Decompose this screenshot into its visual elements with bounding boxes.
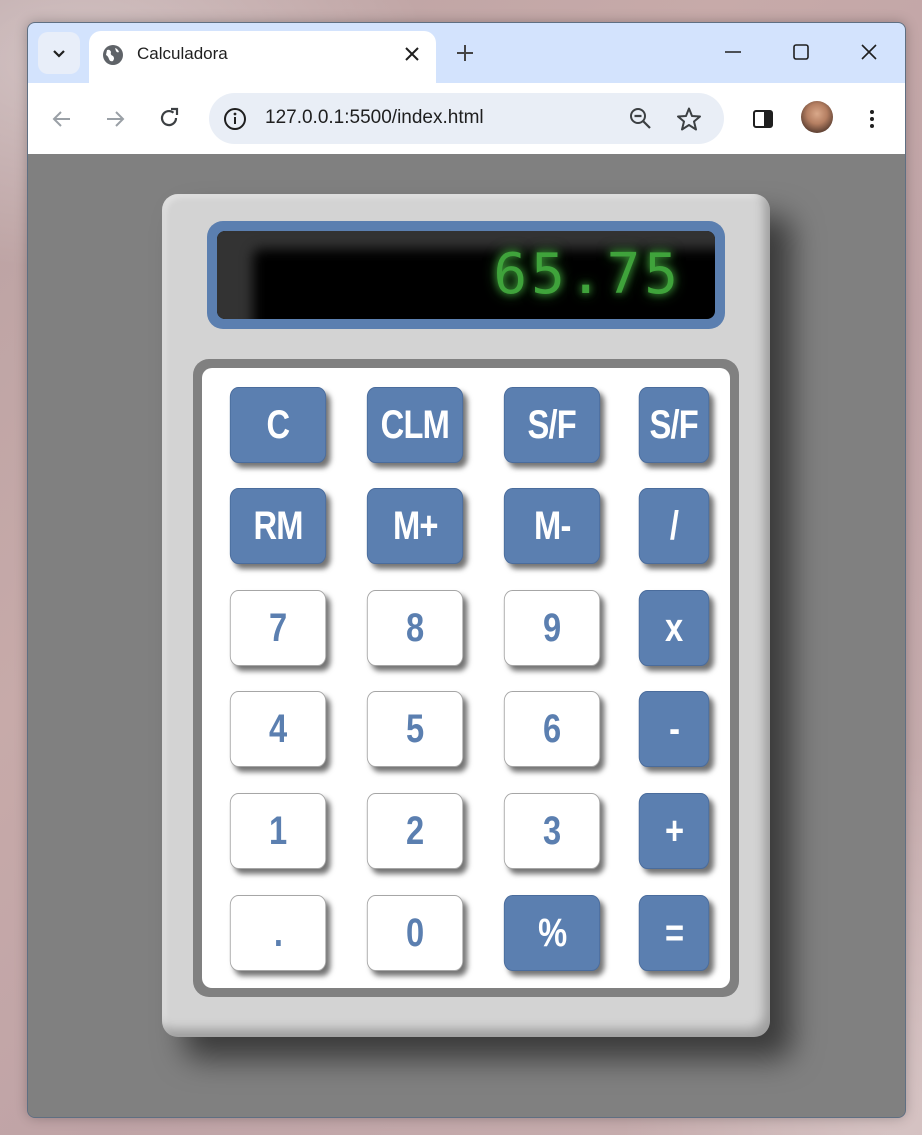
key-label: CLM	[380, 402, 450, 447]
avatar[interactable]	[801, 101, 833, 133]
memory-minus-button[interactable]: M-	[503, 488, 601, 564]
key-label: +	[664, 808, 684, 853]
key-label: 3	[543, 808, 561, 853]
digit-8-button[interactable]: 8	[366, 590, 464, 666]
kebab-menu-icon[interactable]	[860, 107, 884, 131]
keypad: C CLM S/F S/F RM M+ M- / 7 8 9 x 4 5 6 -…	[202, 368, 730, 988]
key-label: S/F	[649, 402, 699, 447]
key-label: 7	[269, 605, 287, 650]
address-bar[interactable]: 127.0.0.1:5500/index.html	[209, 93, 724, 144]
memory-plus-button[interactable]: M+	[366, 488, 464, 564]
key-label: 6	[543, 706, 561, 751]
recall-memory-button[interactable]: RM	[229, 488, 327, 564]
tab-list-button[interactable]	[38, 32, 80, 74]
equals-button[interactable]: =	[638, 895, 710, 971]
clear-memory-button[interactable]: CLM	[366, 387, 464, 463]
globe-icon	[103, 45, 123, 65]
multiply-button[interactable]: x	[638, 590, 710, 666]
arrow-right-icon[interactable]	[103, 107, 127, 131]
add-button[interactable]: +	[638, 793, 710, 869]
digit-0-button[interactable]: 0	[366, 895, 464, 971]
info-icon[interactable]	[222, 106, 248, 132]
page-viewport: 65.75 C CLM S/F S/F RM M+ M- / 7 8 9 x 4…	[28, 154, 905, 1117]
key-label: 4	[269, 706, 287, 751]
zoom-out-icon[interactable]	[628, 106, 654, 132]
digit-9-button[interactable]: 9	[503, 590, 601, 666]
tab-calculadora[interactable]: Calculadora	[89, 31, 436, 83]
subtract-button[interactable]: -	[638, 691, 710, 767]
key-label: M-	[533, 503, 571, 548]
key-label: S/F	[527, 402, 577, 447]
percent-button[interactable]: %	[503, 895, 601, 971]
key-label: C	[266, 402, 291, 447]
key-label: 9	[543, 605, 561, 650]
key-label: %	[537, 910, 567, 955]
tab-title: Calculadora	[137, 44, 228, 63]
key-label: -	[668, 706, 680, 751]
chevron-down-icon	[53, 50, 65, 58]
star-icon[interactable]	[676, 106, 702, 132]
close-icon[interactable]	[401, 43, 423, 65]
browser-toolbar: 127.0.0.1:5500/index.html	[28, 83, 905, 154]
key-label: 0	[406, 910, 424, 955]
digit-4-button[interactable]: 4	[229, 691, 327, 767]
display-frame: 65.75	[207, 221, 725, 329]
digit-1-button[interactable]: 1	[229, 793, 327, 869]
key-label: 1	[269, 808, 287, 853]
key-label: 2	[406, 808, 424, 853]
display: 65.75	[217, 231, 715, 319]
key-label: .	[273, 910, 283, 955]
browser-window: Calculadora 127.0.0.1:5500/index.html 65…	[27, 22, 906, 1118]
key-label: x	[665, 605, 683, 650]
maximize-icon[interactable]	[790, 41, 812, 63]
digit-7-button[interactable]: 7	[229, 590, 327, 666]
sf-button-2[interactable]: S/F	[638, 387, 710, 463]
key-label: M+	[392, 503, 438, 548]
key-label: /	[669, 503, 679, 548]
arrow-left-icon[interactable]	[50, 107, 74, 131]
reload-icon[interactable]	[157, 106, 181, 130]
digit-2-button[interactable]: 2	[366, 793, 464, 869]
key-label: 5	[406, 706, 424, 751]
tab-strip: Calculadora	[28, 23, 905, 83]
key-label: =	[664, 910, 684, 955]
divide-button[interactable]: /	[638, 488, 710, 564]
digit-5-button[interactable]: 5	[366, 691, 464, 767]
clear-button[interactable]: C	[229, 387, 327, 463]
key-label: 8	[406, 605, 424, 650]
digit-3-button[interactable]: 3	[503, 793, 601, 869]
minimize-icon[interactable]	[722, 41, 744, 63]
plus-icon[interactable]	[454, 42, 476, 64]
url-text[interactable]: 127.0.0.1:5500/index.html	[265, 107, 484, 129]
side-panel-icon[interactable]	[751, 107, 775, 131]
keypad-frame: C CLM S/F S/F RM M+ M- / 7 8 9 x 4 5 6 -…	[193, 359, 739, 997]
decimal-button[interactable]: .	[229, 895, 327, 971]
display-value: 65.75	[493, 242, 682, 307]
key-label: RM	[253, 503, 303, 548]
window-close-icon[interactable]	[858, 41, 880, 63]
digit-6-button[interactable]: 6	[503, 691, 601, 767]
calculator: 65.75 C CLM S/F S/F RM M+ M- / 7 8 9 x 4…	[162, 194, 770, 1037]
sf-button-1[interactable]: S/F	[503, 387, 601, 463]
